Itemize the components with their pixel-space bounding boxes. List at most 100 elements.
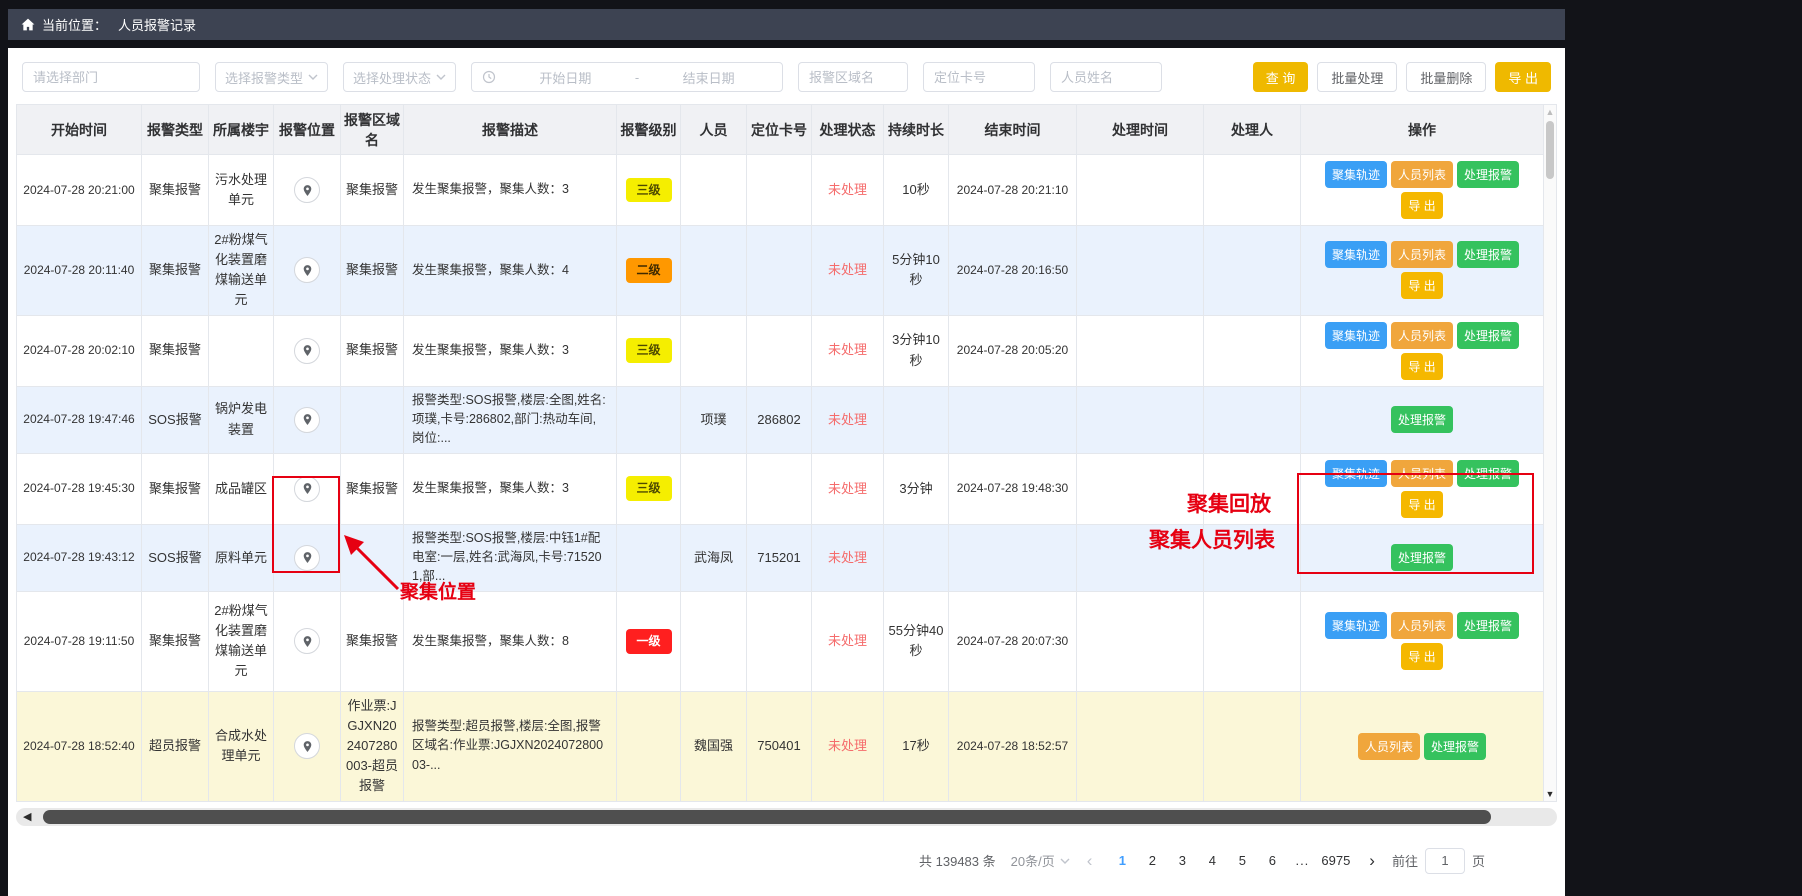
action-track-button[interactable]: 聚集轨迹 xyxy=(1325,460,1387,487)
building: 锅炉发电装置 xyxy=(215,401,267,436)
end-time: 2024-07-28 20:21:10 xyxy=(957,183,1068,197)
action-handle-button[interactable]: 处理报警 xyxy=(1457,161,1519,188)
page-button-3[interactable]: 3 xyxy=(1169,849,1195,872)
action-export-button[interactable]: 导 出 xyxy=(1401,272,1442,299)
vertical-scrollbar-thumb[interactable] xyxy=(1546,121,1554,179)
up-arrow-icon[interactable]: ▲ xyxy=(1546,105,1555,119)
alarm-type: 聚集报警 xyxy=(149,481,201,496)
col-handle-status: 处理状态 xyxy=(812,105,884,155)
home-icon[interactable] xyxy=(21,18,35,31)
area-name: 聚集报警 xyxy=(346,481,398,496)
alarm-description: 报警类型:SOS报警,楼层:全图,姓名:项璞,卡号:286802,部门:热动车间… xyxy=(412,393,606,446)
page-button-4[interactable]: 4 xyxy=(1199,849,1225,872)
action-handle-button[interactable]: 处理报警 xyxy=(1457,460,1519,487)
page-size-select[interactable]: 20条/页 xyxy=(1011,851,1070,870)
horizontal-scrollbar-thumb[interactable] xyxy=(43,810,1491,824)
area-name: 聚集报警 xyxy=(346,262,398,277)
location-pin-button[interactable] xyxy=(294,407,320,433)
status-text: 未处理 xyxy=(828,633,867,648)
action-handle-button[interactable]: 处理报警 xyxy=(1457,612,1519,639)
handle-status-select[interactable]: 选择处理状态 xyxy=(343,62,456,92)
area-name: 聚集报警 xyxy=(346,182,398,197)
action-handle-button[interactable]: 处理报警 xyxy=(1457,241,1519,268)
page-size-label: 20条/页 xyxy=(1011,851,1055,870)
page-button-6975[interactable]: 6975 xyxy=(1319,849,1352,872)
page-button-2[interactable]: 2 xyxy=(1139,849,1165,872)
action-person-button[interactable]: 人员列表 xyxy=(1391,612,1453,639)
left-arrow-icon[interactable]: ◀ xyxy=(23,810,31,823)
chevron-down-icon xyxy=(1060,858,1070,864)
status-text: 未处理 xyxy=(828,550,867,565)
map-pin-icon xyxy=(301,635,314,648)
table-row: 2024-07-28 20:21:00 聚集报警 污水处理单元 聚集报警 发生聚… xyxy=(17,155,1544,226)
location-pin-button[interactable] xyxy=(294,733,320,759)
date-range-picker[interactable]: 开始日期 - 结束日期 xyxy=(471,62,783,92)
action-export-button[interactable]: 导 出 xyxy=(1401,643,1442,670)
goto-page-input[interactable] xyxy=(1425,848,1465,874)
actions-cell: 聚集轨迹人员列表处理报警导 出 xyxy=(1301,226,1544,316)
department-input[interactable] xyxy=(22,62,200,92)
building: 2#粉煤气化装置磨煤输送单元 xyxy=(214,603,267,678)
action-handle-button[interactable]: 处理报警 xyxy=(1391,544,1453,571)
down-arrow-icon[interactable]: ▼ xyxy=(1546,787,1555,801)
col-alarm-type: 报警类型 xyxy=(142,105,209,155)
batch-delete-button[interactable]: 批量删除 xyxy=(1406,62,1486,92)
action-person-button[interactable]: 人员列表 xyxy=(1391,161,1453,188)
page-button-5[interactable]: 5 xyxy=(1229,849,1255,872)
action-track-button[interactable]: 聚集轨迹 xyxy=(1325,322,1387,349)
person-name: 魏国强 xyxy=(694,738,733,753)
status-text: 未处理 xyxy=(828,182,867,197)
end-date-placeholder: 结束日期 xyxy=(645,68,772,87)
page-button-6[interactable]: 6 xyxy=(1259,849,1285,872)
goto-page: 前往 页 xyxy=(1392,848,1485,874)
map-pin-icon xyxy=(301,344,314,357)
page-button-1[interactable]: 1 xyxy=(1109,849,1135,872)
vertical-scrollbar[interactable]: ▲ ▼ xyxy=(1544,104,1557,802)
action-person-button[interactable]: 人员列表 xyxy=(1391,322,1453,349)
action-track-button[interactable]: 聚集轨迹 xyxy=(1325,161,1387,188)
batch-process-button[interactable]: 批量处理 xyxy=(1317,62,1397,92)
action-handle-button[interactable]: 处理报警 xyxy=(1457,322,1519,349)
area-name-input[interactable] xyxy=(798,62,908,92)
handle-status-select-label: 选择处理状态 xyxy=(353,68,431,87)
action-person-button[interactable]: 人员列表 xyxy=(1391,460,1453,487)
action-handle-button[interactable]: 处理报警 xyxy=(1391,406,1453,433)
table-row: 2024-07-28 20:11:40 聚集报警 2#粉煤气化装置磨煤输送单元 … xyxy=(17,226,1544,316)
query-button[interactable]: 查 询 xyxy=(1253,62,1309,92)
col-handler: 处理人 xyxy=(1204,105,1301,155)
location-pin-button[interactable] xyxy=(294,476,320,502)
action-handle-button[interactable]: 处理报警 xyxy=(1424,733,1486,760)
action-person-button[interactable]: 人员列表 xyxy=(1391,241,1453,268)
action-export-button[interactable]: 导 出 xyxy=(1401,353,1442,380)
col-alarm-location: 报警位置 xyxy=(274,105,341,155)
duration: 3分钟10秒 xyxy=(892,332,940,367)
location-pin-button[interactable] xyxy=(294,545,320,571)
export-button[interactable]: 导 出 xyxy=(1495,62,1551,92)
action-track-button[interactable]: 聚集轨迹 xyxy=(1325,612,1387,639)
goto-suffix: 页 xyxy=(1472,851,1485,870)
person-name-input[interactable] xyxy=(1050,62,1162,92)
start-time: 2024-07-28 19:11:50 xyxy=(24,634,135,648)
alarm-description: 发生聚集报警，聚集人数：3 xyxy=(412,343,569,357)
action-person-button[interactable]: 人员列表 xyxy=(1358,733,1420,760)
location-pin-button[interactable] xyxy=(294,628,320,654)
col-handle-time: 处理时间 xyxy=(1077,105,1204,155)
location-pin-button[interactable] xyxy=(294,338,320,364)
location-pin-button[interactable] xyxy=(294,257,320,283)
location-pin-button[interactable] xyxy=(294,177,320,203)
action-export-button[interactable]: 导 出 xyxy=(1401,491,1442,518)
person-name: 武海凤 xyxy=(694,550,733,565)
page-ellipsis[interactable]: ... xyxy=(1289,849,1315,872)
prev-page-button[interactable]: ‹ xyxy=(1085,852,1095,869)
next-page-button[interactable]: › xyxy=(1367,852,1377,869)
horizontal-scrollbar[interactable]: ◀ xyxy=(16,808,1557,826)
area-name: 作业票:JGJXN202407280003-超员报警 xyxy=(346,698,398,794)
card-number-input[interactable] xyxy=(923,62,1035,92)
alarm-type-select[interactable]: 选择报警类型 xyxy=(215,62,328,92)
table-row: 2024-07-28 19:11:50 聚集报警 2#粉煤气化装置磨煤输送单元 … xyxy=(17,591,1544,691)
action-export-button[interactable]: 导 出 xyxy=(1401,192,1442,219)
map-pin-icon xyxy=(301,482,314,495)
start-time: 2024-07-28 19:45:30 xyxy=(23,481,134,495)
action-track-button[interactable]: 聚集轨迹 xyxy=(1325,241,1387,268)
start-date-placeholder: 开始日期 xyxy=(502,68,629,87)
